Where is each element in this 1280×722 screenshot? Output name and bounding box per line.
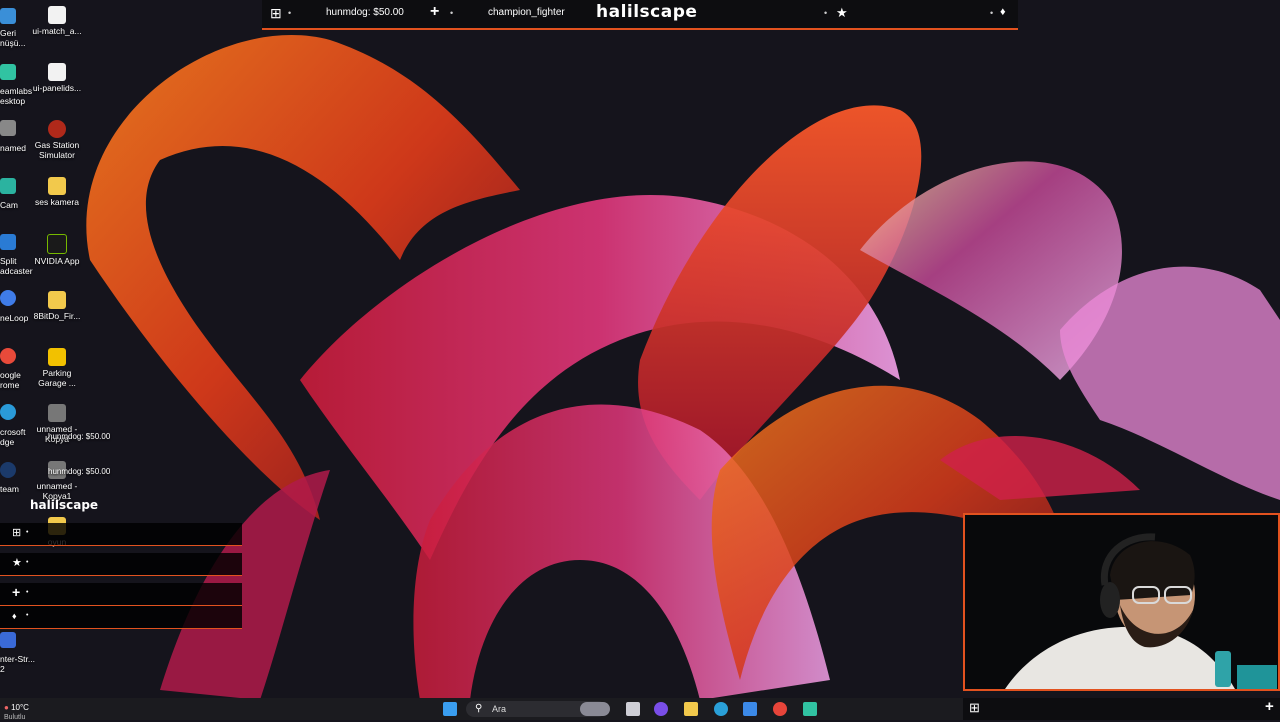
desktop-icon-folder[interactable]: ses kamera [30, 177, 84, 207]
recycle-bin-icon[interactable] [0, 8, 16, 24]
separator-dot: • [26, 529, 29, 536]
desktop-icon-label[interactable]: team [0, 484, 19, 494]
desktop-icon-file[interactable]: ui-match_a... [30, 6, 84, 36]
file-explorer-icon[interactable] [684, 702, 698, 716]
donation-ghost-text: hunmdog: $50.00 [48, 467, 111, 476]
desktop-icon-label: NVIDIA App [34, 256, 80, 266]
desktop-icon-label: ses kamera [35, 197, 79, 207]
star-icon: ★ [836, 5, 848, 20]
search-placeholder: Ara [492, 704, 507, 714]
search-icon: ⚲ [475, 703, 483, 714]
desktop-icon-label: ui-match_a... [32, 26, 82, 36]
donation-label: hunmdog: $50.00 [326, 7, 404, 18]
separator-dot: • [26, 589, 29, 596]
windows-icon[interactable] [443, 702, 457, 716]
desktop-icon-label[interactable]: Cam [0, 200, 18, 210]
desktop-icon-file[interactable]: ui-panelids... [30, 63, 84, 93]
file-icon [48, 63, 66, 81]
separator-dot: • [26, 559, 29, 566]
separator-dot: • [288, 8, 292, 18]
mini-overlay-row: + • [0, 583, 242, 606]
separator-dot: • [824, 8, 828, 18]
desktop-icon-gas-station[interactable]: Gas Station Simulator [30, 120, 84, 160]
drop-icon: ♦ [1000, 6, 1006, 18]
separator-dot: • [990, 8, 994, 18]
desktop-icon-parking-garage[interactable]: Parking Garage ... [30, 348, 84, 388]
weather-temp: 10°C [11, 703, 29, 712]
plus-icon: + [12, 584, 21, 600]
donation-ghost-text: hunmdog: $50.00 [48, 432, 111, 441]
desktop-icon-label[interactable]: oogle rome [0, 370, 21, 390]
desktop-icon-label[interactable]: Split adcaster [0, 256, 33, 276]
chrome-icon[interactable] [0, 348, 16, 364]
separator-dot: • [26, 612, 29, 619]
store-icon[interactable] [743, 702, 757, 716]
desktop-icon-folder[interactable]: 8BitDo_Fir... [30, 291, 84, 321]
folder-icon [48, 177, 66, 195]
streamlabs-icon[interactable] [803, 702, 817, 716]
weather-widget[interactable]: ● 10°C Bulutlu [4, 703, 29, 722]
webcam-feed [963, 513, 1280, 691]
widgets-icon[interactable] [580, 702, 610, 716]
mini-overlay-preview: halilscape ⊞ • ★ • + • ♦ • [0, 495, 242, 635]
mini-overlay-row: ♦ • [0, 606, 242, 629]
camera-app-icon[interactable] [0, 178, 16, 194]
steam-icon[interactable] [0, 462, 16, 478]
app-icon[interactable] [0, 120, 16, 136]
desktop-icon-label[interactable]: Geri nüşü... [0, 28, 26, 48]
mini-overlay-row: ★ • [0, 553, 242, 576]
star-icon: ★ [12, 557, 22, 569]
xsplit-icon[interactable] [0, 234, 16, 250]
desktop-icon-label[interactable]: neLoop [0, 313, 28, 323]
desktop-icon-label[interactable]: crosoft dge [0, 427, 26, 447]
nvidia-icon [47, 234, 67, 254]
stream-overlay-top-bar: ⊞ • hunmdog: $50.00 + • champion_fighter… [262, 0, 1018, 30]
follower-label: champion_fighter [488, 7, 565, 18]
image-icon [48, 404, 66, 422]
mini-overlay-row: ⊞ • [0, 523, 242, 546]
copilot-icon[interactable] [654, 702, 668, 716]
chrome-icon[interactable] [773, 702, 787, 716]
folder-icon [48, 291, 66, 309]
desktop-icon-nvidia[interactable]: NVIDIA App [30, 234, 84, 266]
menu-icon: ⊞ [270, 5, 282, 21]
menu-icon: ⊞ [969, 700, 980, 715]
stream-overlay-bottom-bar: ⊞ + [963, 698, 1280, 720]
streamlabs-icon[interactable] [0, 64, 16, 80]
desktop-icon-label[interactable]: eamlabs esktop [0, 86, 32, 106]
desktop-icon-label[interactable]: nter-Str... 2 [0, 654, 35, 674]
desktop-icon-label[interactable]: named [0, 143, 26, 153]
desktop-icon-label: Gas Station Simulator [34, 140, 80, 160]
separator-dot: • [450, 8, 454, 18]
loop-icon[interactable] [0, 290, 16, 306]
task-view-icon[interactable] [626, 702, 640, 716]
game-icon [48, 120, 66, 138]
mini-brand-logo: halilscape [30, 498, 99, 512]
brand-logo: halilscape [596, 2, 698, 22]
weather-icon: ● [4, 703, 9, 712]
desktop-icon-label: Parking Garage ... [38, 368, 76, 388]
desktop-icon-label: 8BitDo_Fir... [33, 311, 81, 321]
plus-icon: + [430, 3, 440, 20]
edge-icon[interactable] [0, 404, 16, 420]
drop-icon: ♦ [12, 611, 17, 621]
plus-icon: + [1265, 698, 1274, 715]
webcam-person-image [965, 515, 1278, 689]
parking-icon [48, 348, 66, 366]
file-icon [48, 6, 66, 24]
edge-icon[interactable] [714, 702, 728, 716]
menu-icon: ⊞ [12, 527, 22, 539]
desktop-icon-label: ui-panelids... [32, 83, 82, 93]
